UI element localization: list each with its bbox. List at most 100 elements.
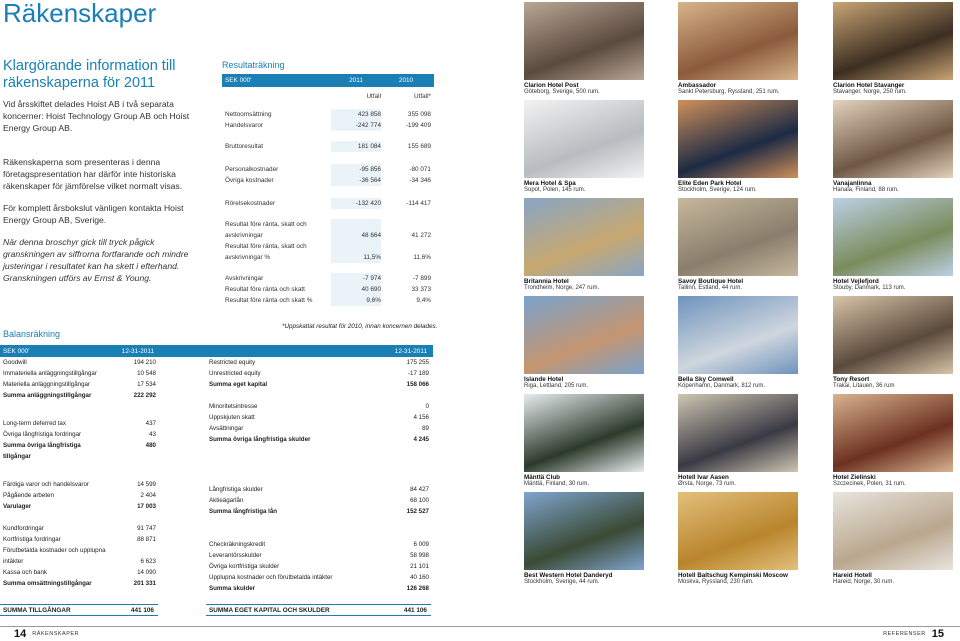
income-row: avskrivningar % 11,5% 11,6% [222, 252, 434, 263]
income-row: Personalkostnader -95 856 -80 071 [222, 164, 434, 175]
hotel-card: Bella Sky Comwell Köpenhamn, Danmark, 812… [678, 296, 810, 389]
balance-row-label: tillgångar [3, 453, 31, 460]
income-row: Resultat före ränta, skatt och [222, 219, 434, 230]
balance-row: Long-term deferred tax 437 [0, 418, 158, 429]
income-row-value-2011: 423 858 [331, 109, 381, 120]
income-row-value-2011: 48 664 [331, 230, 381, 241]
balance-row-value: 6 623 [140, 558, 156, 565]
hotel-photo [678, 2, 798, 80]
income-sub-2: Utfall* [413, 92, 431, 100]
balance-row [0, 468, 158, 479]
balance-row-label: Restricted equity [209, 359, 256, 366]
balance-row: Leverantörsskulder 58 998 [206, 550, 431, 561]
hotel-name: Hotell Ivar Aasen [678, 474, 729, 481]
hotel-location: Moskva, Ryssland, 230 rum. [678, 579, 754, 585]
income-row-value-2011 [331, 241, 381, 252]
balance-row-value: 89 [422, 425, 429, 432]
hotel-photo [678, 296, 798, 374]
total-equity-liabilities-label: SUMMA EGET KAPITAL OCH SKULDER [209, 606, 330, 614]
footer-left: 14 RÄKENSKAPER [0, 626, 480, 641]
balance-row: Kassa och bank 14 090 [0, 567, 158, 578]
balance-row-value: 43 [149, 431, 156, 438]
hotel-card: Clarion Hotel Post Göteborg, Sverige, 500… [524, 2, 656, 95]
intro-heading: Klargörande information till räkenskaper… [3, 58, 176, 91]
hotel-photo [833, 198, 953, 276]
balance-row: Minoritetsintresse 0 [206, 401, 431, 412]
balance-row-label: Materiella anläggningstillgångar [3, 381, 91, 388]
balance-row-label: Summa eget kapital [209, 381, 268, 388]
balance-row-label: Checkräkningskredit [209, 541, 266, 548]
hotel-location: Trondheim, Norge, 247 rum. [524, 285, 600, 291]
balance-row-label: Färdiga varor och handelsvaror [3, 481, 89, 488]
hotel-card: Mänttä Club Mänttä, Finland, 30 rum. [524, 394, 656, 487]
balance-row: Aktieägarlån 68 100 [206, 495, 431, 506]
income-row-value-2011: -242 774 [331, 120, 381, 131]
balance-row-label: Långfristiga skulder [209, 486, 263, 493]
balance-row-label: Förutbetalda kostnader och upplupna [3, 547, 106, 554]
hotel-name: Tony Resort [833, 376, 870, 383]
hotel-photo [524, 394, 644, 472]
hotel-location: Köpenhamn, Danmark, 812 rum. [678, 383, 766, 389]
balance-row-value: 158 066 [406, 381, 429, 388]
intro-paragraph-1: Vid årsskiftet delades Hoist AB i två se… [3, 99, 190, 133]
income-row-label: Resultat före ränta, skatt och [225, 243, 307, 250]
income-row: Övriga kostnader -36 564 -34 346 [222, 175, 434, 186]
hotel-card: Ambassador Sankt Petersburg, Ryssland, 25… [678, 2, 810, 95]
balance-row: Färdiga varor och handelsvaror 14 599 [0, 479, 158, 490]
balance-header-label: SEK 000' [3, 347, 30, 355]
hotel-name: Mänttä Club [524, 474, 561, 481]
balance-row-value: 175 255 [406, 359, 429, 366]
balance-row-value: 480 [145, 442, 156, 449]
hotel-location: Stockholm, Sverige, 124 rum. [678, 187, 757, 193]
income-row: Avskrivningar -7 974 -7 899 [222, 273, 434, 284]
income-row-label: Rörelsekostnader [225, 200, 276, 207]
income-row: Handelsvaror -242 774 -199 409 [222, 120, 434, 131]
balance-row-label: Upplupna kostnader och förutbetalda intä… [209, 574, 333, 581]
total-assets-label: SUMMA TILLGÅNGAR [3, 606, 71, 614]
hotel-name: Hareid Hotell [833, 572, 872, 579]
balance-row: Summa övriga långfristiga 480 [0, 440, 158, 451]
balance-row [0, 512, 158, 523]
income-statement: SEK 000' 2011 2010 Utfall Utfall* Nettoo… [222, 74, 434, 306]
hotel-card: Britannia Hotel Trondheim, Norge, 247 rum… [524, 198, 656, 291]
right-page-label: REFERENSER [883, 630, 926, 637]
hotel-name: Britannia Hotel [524, 278, 569, 285]
balance-row: Övriga långfristiga fordringar 43 [0, 429, 158, 440]
balance-row: Checkräkningskredit 6 009 [206, 539, 431, 550]
balance-row: Summa eget kapital 158 066 [206, 379, 431, 390]
hotel-name: Mera Hotel & Spa [524, 180, 576, 187]
hotel-location: Trakai, Litauen, 36 rum [833, 383, 895, 389]
intro-paragraph-3: För komplett årsbokslut vänligen kontakt… [3, 203, 184, 225]
balance-row-label: Unrestricted equity [209, 370, 261, 377]
income-row-value-2010: 33 373 [411, 286, 431, 293]
balance-row: Avsättningar 89 [206, 423, 431, 434]
income-row-value-2011: 40 690 [331, 284, 381, 295]
hotel-name: Best Western Hotel Danderyd [524, 572, 613, 579]
balance-row-value: 68 100 [410, 497, 429, 504]
income-row-label: avskrivningar [225, 232, 263, 239]
balance-row [206, 473, 431, 484]
balance-row [0, 407, 158, 418]
balance-row [206, 451, 431, 462]
balance-row: Kortfristiga fordringar 88 871 [0, 534, 158, 545]
balance-header-date-left: 12-31-2011 [121, 347, 154, 355]
income-row-label: Personalkostnader [225, 166, 279, 173]
balance-row-value: 4 156 [413, 414, 429, 421]
hotel-photo [524, 100, 644, 178]
balance-row-label: Avsättningar [209, 425, 244, 432]
hotel-card: Hareid Hotell Hareid, Norge, 30 rum. [833, 492, 960, 585]
balance-row-value: 17 003 [137, 503, 156, 510]
balance-header: SEK 000' 12-31-2011 12-31-2011 [0, 345, 433, 357]
income-row-label: Bruttoresultat [225, 143, 264, 150]
hotel-name: Clarion Hotel Stavanger [833, 82, 905, 89]
income-header: SEK 000' 2011 2010 [222, 74, 434, 87]
hotel-name: Clarion Hotel Post [524, 82, 579, 89]
balance-row-label: Summa anläggningstillgångar [3, 392, 92, 399]
balance-row: Restricted equity 175 255 [206, 357, 431, 368]
hotel-photo [524, 198, 644, 276]
hotel-photo [833, 492, 953, 570]
hotel-name: Savoy Boutique Hotel [678, 278, 744, 285]
hotel-location: Tallinn, Estland, 44 rum. [678, 285, 743, 291]
balance-row-label: Övriga långfristiga fordringar [3, 431, 82, 438]
income-sub-1: Utfall [366, 92, 381, 100]
